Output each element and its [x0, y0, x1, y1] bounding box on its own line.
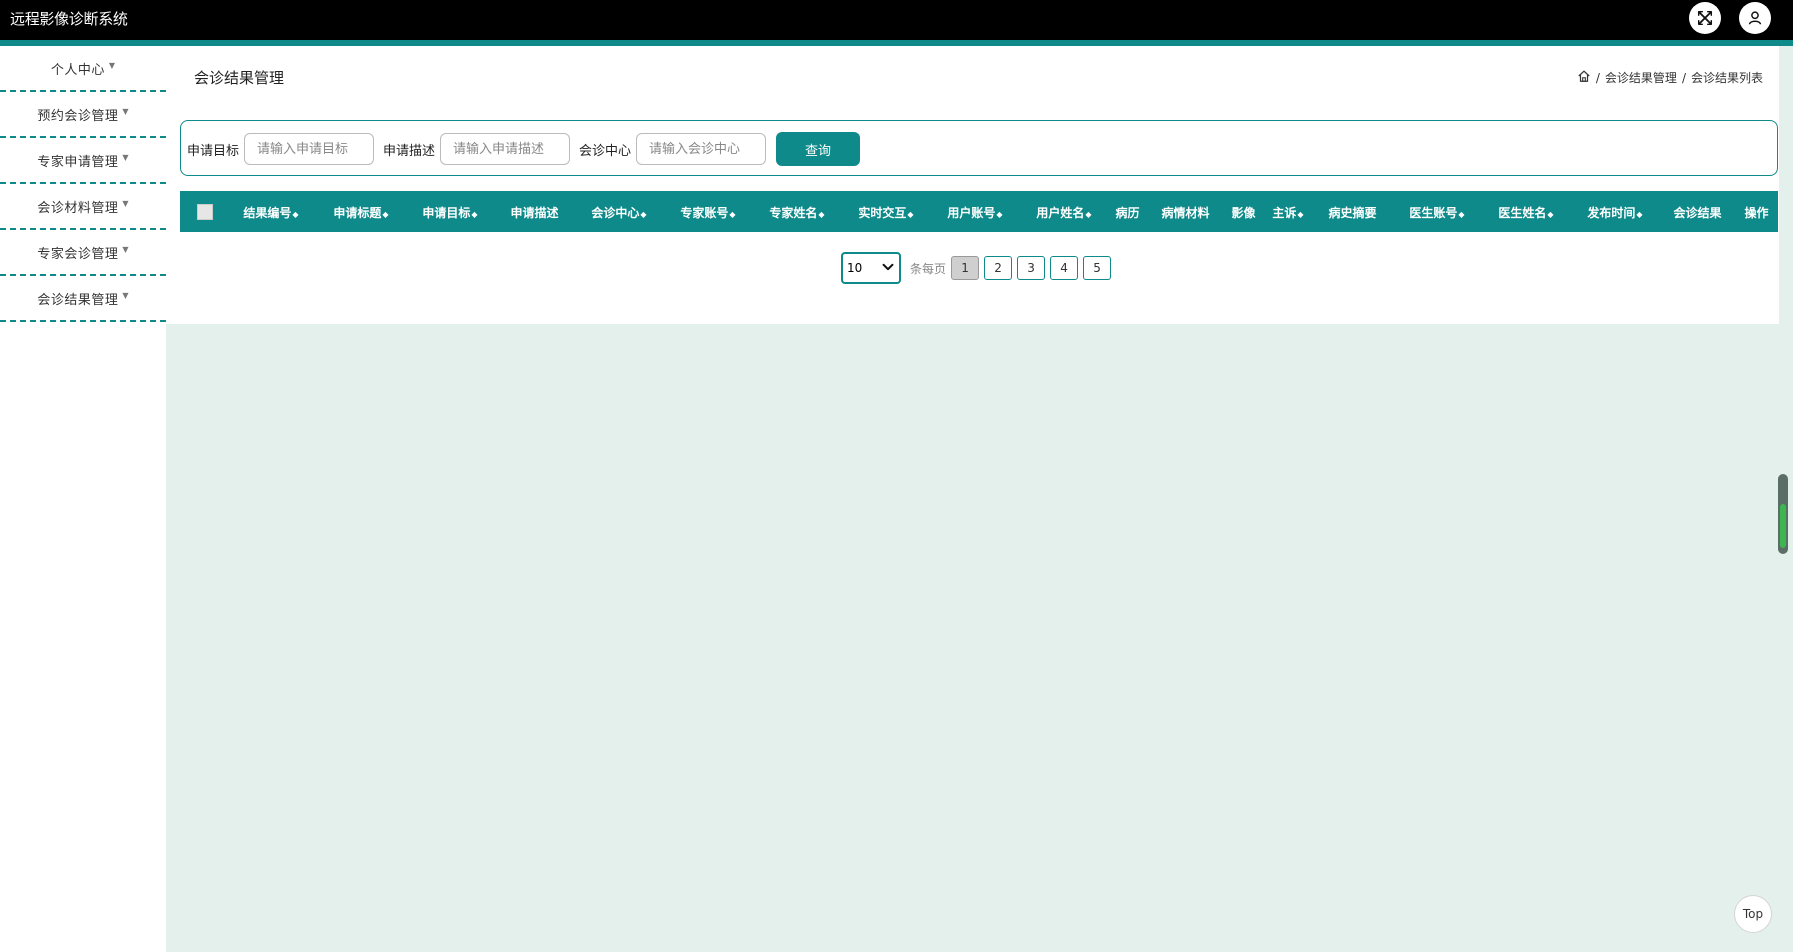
sort-icon: ◆ — [1547, 210, 1554, 219]
caret-down-icon: ▼ — [122, 152, 129, 162]
column-header[interactable]: 申请目标◆ — [422, 204, 477, 221]
sidebar-item-label: 会诊材料管理 — [37, 200, 119, 216]
breadcrumb: / 会诊结果管理 / 会诊结果列表 — [1577, 69, 1763, 86]
page-size-value: 10 — [847, 261, 863, 275]
caret-down-icon: ▼ — [122, 244, 129, 254]
sidebar-item-label: 预约会诊管理 — [37, 108, 119, 124]
search-label-description: 申请描述 — [383, 143, 436, 159]
sort-icon: ◆ — [382, 210, 389, 219]
sidebar-item-expert-application[interactable]: 专家申请管理 ▼ — [0, 138, 166, 184]
sidebar-item-appointment[interactable]: 预约会诊管理 ▼ — [0, 92, 166, 138]
search-input-center[interactable] — [636, 133, 767, 165]
page-title: 会诊结果管理 — [194, 69, 285, 87]
table-header: 结果编号◆ 申请标题◆ 申请目标◆ 申请描述 会诊中心◆ 专家账号◆ 专家姓名◆… — [180, 191, 1778, 232]
sidebar-item-personal-center[interactable]: 个人中心 ▼ — [0, 46, 166, 92]
column-header[interactable]: 发布时间◆ — [1587, 204, 1642, 221]
page-button-4[interactable]: 4 — [1050, 256, 1079, 280]
sidebar-item-label: 专家申请管理 — [37, 154, 119, 170]
column-header[interactable]: 医生姓名◆ — [1498, 204, 1553, 221]
sort-icon: ◆ — [1297, 210, 1304, 219]
sort-icon: ◆ — [818, 210, 825, 219]
search-label-center: 会诊中心 — [579, 143, 632, 159]
column-header[interactable]: 结果编号◆ — [243, 204, 298, 221]
search-form: 申请目标 申请描述 会诊中心 查询 — [180, 120, 1778, 176]
sort-icon: ◆ — [640, 210, 647, 219]
caret-down-icon: ▼ — [122, 106, 129, 116]
per-page-label: 条每页 — [910, 261, 947, 276]
sidebar-item-materials[interactable]: 会诊材料管理 ▼ — [0, 184, 166, 230]
chevron-down-icon — [881, 260, 895, 277]
column-header[interactable]: 专家姓名◆ — [769, 204, 824, 221]
scrollbar-thumb[interactable] — [1780, 504, 1786, 548]
column-header[interactable]: 申请描述 — [510, 204, 559, 221]
query-button[interactable]: 查询 — [776, 132, 861, 166]
search-input-target[interactable] — [244, 133, 375, 165]
column-header[interactable]: 专家账号◆ — [680, 204, 735, 221]
breadcrumb-separator: / — [1595, 70, 1600, 85]
column-header: 病史摘要 — [1328, 206, 1377, 220]
column-header[interactable]: 用户姓名◆ — [1036, 204, 1091, 221]
sidebar-item-label: 专家会诊管理 — [37, 246, 119, 262]
sort-icon: ◆ — [907, 210, 914, 219]
sidebar-item-label: 个人中心 — [50, 62, 105, 78]
user-icon — [1748, 11, 1762, 25]
page-button-5[interactable]: 5 — [1083, 256, 1112, 280]
scrollbar[interactable] — [1778, 474, 1788, 554]
column-header[interactable]: 实时交互◆ — [858, 204, 913, 221]
column-header[interactable]: 主诉◆ — [1272, 204, 1303, 221]
sidebar-item-label: 会诊结果管理 — [37, 292, 119, 308]
sidebar-item-results[interactable]: 会诊结果管理 ▼ — [0, 276, 166, 322]
column-header[interactable]: 会诊中心◆ — [591, 204, 646, 221]
caret-down-icon: ▼ — [122, 290, 129, 300]
select-all-checkbox[interactable] — [197, 203, 213, 220]
page-button-1[interactable]: 1 — [951, 256, 980, 280]
column-header[interactable]: 用户账号◆ — [947, 204, 1002, 221]
column-header: 病情材料 — [1161, 206, 1210, 220]
sort-icon: ◆ — [729, 210, 736, 219]
pagination: 10 条每页 1 2 3 4 5 — [841, 252, 1116, 284]
column-header: 会诊结果 — [1673, 206, 1722, 220]
page-size-select[interactable]: 10 — [841, 252, 901, 284]
page-button-2[interactable]: 2 — [984, 256, 1013, 280]
breadcrumb-level2: 会诊结果列表 — [1690, 71, 1763, 85]
column-header: 影像 — [1231, 206, 1256, 220]
search-input-description[interactable] — [440, 133, 571, 165]
column-header: 操作 — [1744, 206, 1769, 220]
app-title: 远程影像诊断系统 — [10, 10, 128, 28]
column-header[interactable]: 申请标题◆ — [333, 204, 388, 221]
caret-down-icon: ▼ — [122, 198, 129, 208]
breadcrumb-level1[interactable]: 会诊结果管理 — [1605, 69, 1677, 86]
sort-icon: ◆ — [996, 210, 1003, 219]
back-to-top-button[interactable]: Top — [1734, 895, 1772, 933]
fullscreen-icon — [1697, 10, 1713, 26]
caret-down-icon: ▼ — [108, 60, 116, 70]
sort-icon: ◆ — [471, 210, 478, 219]
user-button[interactable] — [1739, 2, 1771, 34]
fullscreen-button[interactable] — [1689, 2, 1721, 34]
sort-icon: ◆ — [1458, 210, 1465, 219]
sidebar-item-expert-consultation[interactable]: 专家会诊管理 ▼ — [0, 230, 166, 276]
top-bar: 远程影像诊断系统 — [0, 0, 1793, 40]
column-header[interactable]: 医生账号◆ — [1409, 204, 1464, 221]
search-label-target: 申请目标 — [187, 143, 240, 159]
sort-icon: ◆ — [292, 210, 299, 219]
breadcrumb-separator: / — [1681, 70, 1686, 85]
sidebar: 个人中心 ▼ 预约会诊管理 ▼ 专家申请管理 ▼ 会诊材料管理 ▼ 专家会诊管理… — [0, 46, 166, 952]
sort-icon: ◆ — [1085, 210, 1092, 219]
column-header: 病历 — [1115, 206, 1140, 220]
sort-icon: ◆ — [1636, 210, 1643, 219]
page-button-3[interactable]: 3 — [1017, 256, 1046, 280]
home-icon[interactable] — [1577, 69, 1591, 86]
